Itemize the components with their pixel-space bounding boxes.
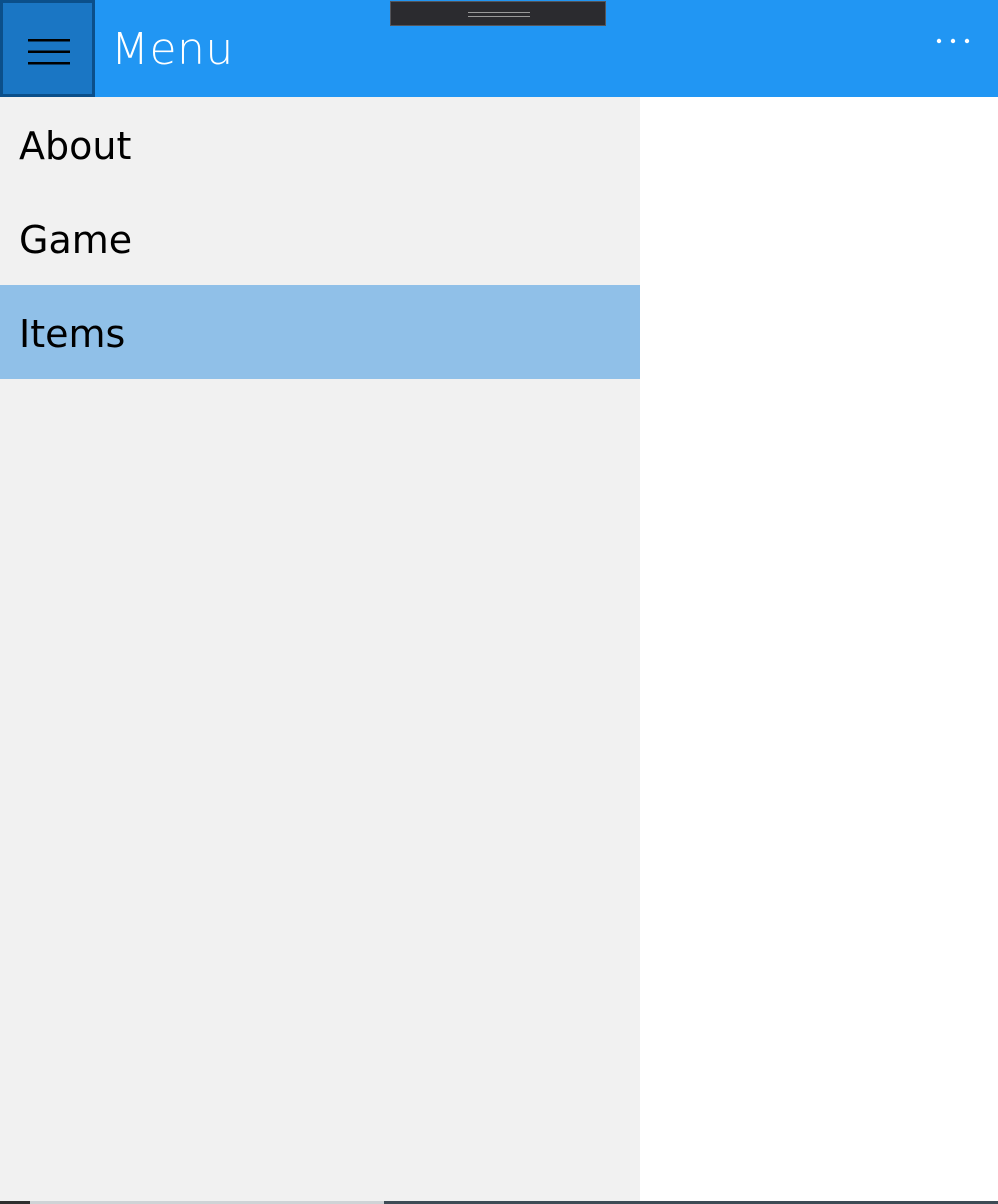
sidebar-item-game[interactable]: Game <box>0 191 640 285</box>
hamburger-menu-icon <box>28 39 70 65</box>
app-window: Menu About Game Items <box>0 0 998 1204</box>
sidebar-item-label: About <box>19 124 132 168</box>
sidebar-item-label: Items <box>19 312 126 356</box>
sidebar-item-items[interactable]: Items <box>0 285 640 379</box>
grip-icon <box>468 12 530 17</box>
hamburger-button[interactable] <box>0 0 95 97</box>
more-horizontal-icon <box>936 38 970 44</box>
sidebar-item-about[interactable]: About <box>0 97 640 191</box>
navigation-pane: About Game Items <box>0 97 640 1201</box>
more-options-button[interactable] <box>928 30 976 54</box>
content-area <box>640 97 998 1201</box>
sidebar-item-label: Game <box>19 218 133 262</box>
page-title: Menu <box>111 24 234 75</box>
window-drag-handle[interactable] <box>390 1 606 26</box>
header-bar: Menu <box>0 0 998 97</box>
